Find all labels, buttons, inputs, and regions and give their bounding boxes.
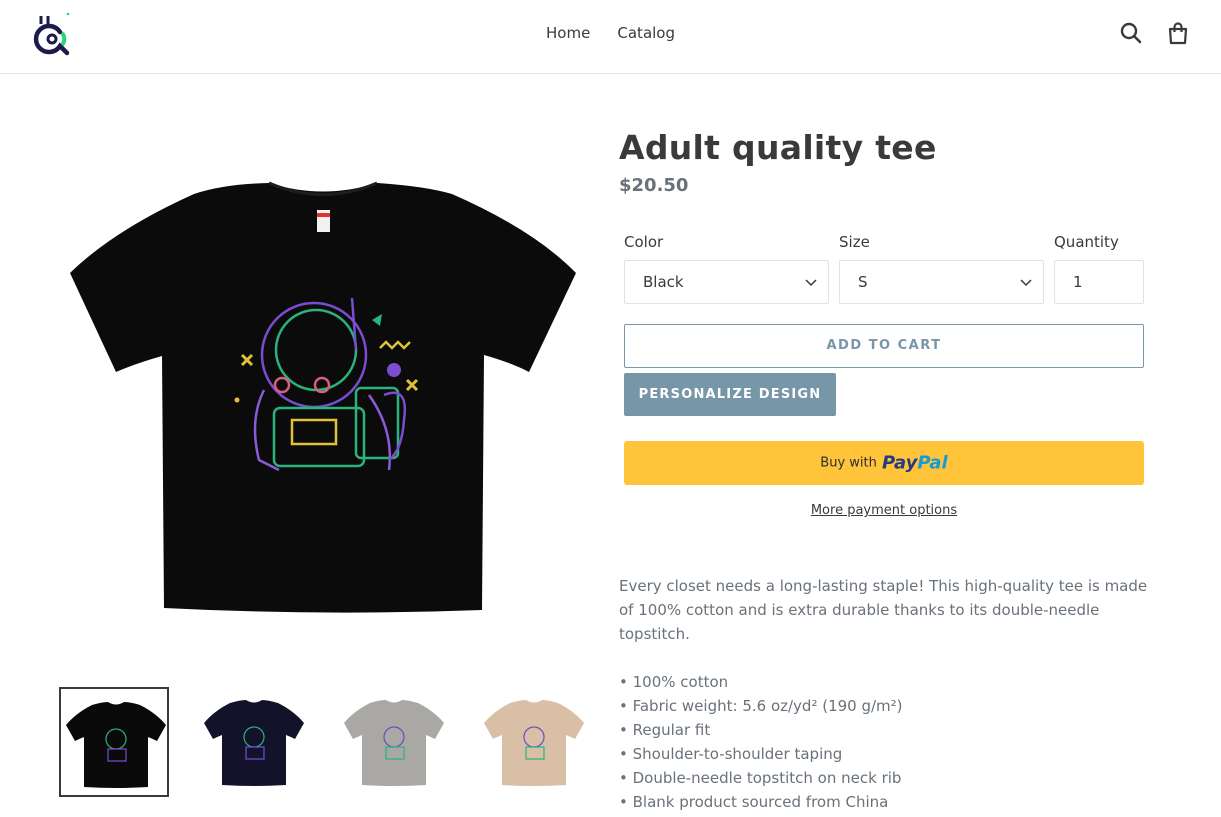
feature-item: • 100% cotton <box>619 673 729 691</box>
feature-item: • Fabric weight: 5.6 oz/yd² (190 g/m²) <box>619 697 903 715</box>
thumbnail-sand-image <box>484 700 584 786</box>
quantity-input[interactable]: 1 <box>1054 260 1144 304</box>
chevron-down-icon <box>805 279 817 287</box>
site-header: Home Catalog <box>0 0 1221 74</box>
thumbnail-grey[interactable] <box>339 687 449 797</box>
quantity-value: 1 <box>1073 273 1083 291</box>
paypal-buy-with-text: Buy with <box>820 455 877 471</box>
paypal-button[interactable]: Buy with PayPal <box>624 441 1144 485</box>
paypal-logo-pay: Pay <box>881 452 918 474</box>
chevron-down-icon <box>1020 279 1032 287</box>
more-payment-options-link[interactable]: More payment options <box>624 503 1144 518</box>
product-main-image[interactable] <box>64 180 582 620</box>
feature-item: • Blank product sourced from China <box>619 793 889 811</box>
paypal-logo-pal: Pal <box>917 452 948 474</box>
thumbnail-sand[interactable] <box>479 687 589 797</box>
personalize-design-button[interactable]: PERSONALIZE DESIGN <box>624 373 836 416</box>
nav-home[interactable]: Home <box>546 22 590 44</box>
feature-item: • Regular fit <box>619 721 711 739</box>
color-select-value: Black <box>643 273 684 291</box>
cart-icon[interactable] <box>1166 21 1190 45</box>
nav-catalog[interactable]: Catalog <box>617 22 675 44</box>
size-select[interactable]: S <box>839 260 1044 304</box>
quantity-label: Quantity <box>1054 233 1119 251</box>
feature-item: • Double-needle topstitch on neck rib <box>619 769 902 787</box>
thumbnail-navy[interactable] <box>199 687 309 797</box>
product-features-list: • 100% cotton • Fabric weight: 5.6 oz/yd… <box>619 670 1149 814</box>
product-price: $20.50 <box>619 175 689 196</box>
size-select-value: S <box>858 273 868 291</box>
thumbnail-grey-image <box>344 700 444 786</box>
product-thumbnails <box>59 687 589 797</box>
search-icon[interactable] <box>1119 21 1143 45</box>
product-description: Every closet needs a long-lasting staple… <box>619 577 1148 643</box>
thumbnail-navy-image <box>204 700 304 786</box>
thumbnail-black-image <box>66 702 166 788</box>
color-label: Color <box>624 233 664 251</box>
color-select[interactable]: Black <box>624 260 829 304</box>
size-label: Size <box>839 233 870 251</box>
thumbnail-black[interactable] <box>59 687 169 797</box>
feature-item: • Shoulder-to-shoulder taping <box>619 745 843 763</box>
add-to-cart-button[interactable]: ADD TO CART <box>624 324 1144 368</box>
product-title: Adult quality tee <box>619 128 937 167</box>
main-nav: Home Catalog <box>0 22 1221 44</box>
